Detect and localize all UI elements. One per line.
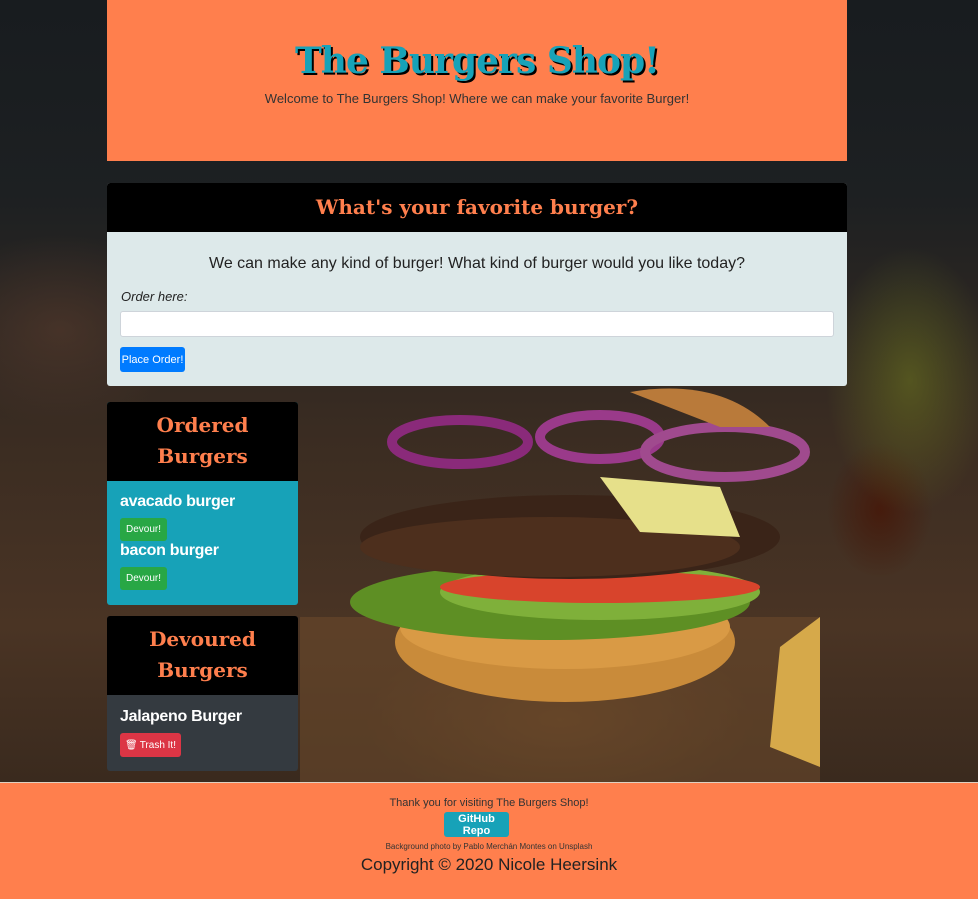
- github-repo-button[interactable]: GitHub Repo: [444, 812, 509, 837]
- devoured-heading-line2: Burgers: [157, 658, 248, 682]
- trash-button-label: Trash It!: [139, 739, 176, 751]
- order-card: What's your favorite burger? We can make…: [107, 183, 847, 386]
- copyright: Copyright © 2020 Nicole Heersink: [360, 855, 618, 874]
- devour-button[interactable]: Devour!: [120, 518, 167, 541]
- burger-photo: [300, 388, 820, 782]
- devour-button[interactable]: Devour!: [120, 567, 167, 590]
- ordered-burgers-panel: Ordered Burgers avacado burger Devour! b…: [107, 402, 298, 605]
- ordered-heading-line1: Ordered: [156, 413, 249, 437]
- devoured-heading-line1: Devoured: [149, 627, 256, 651]
- place-order-button[interactable]: Place Order!: [120, 347, 185, 372]
- site-footer: Thank you for visiting The Burgers Shop!…: [0, 782, 978, 899]
- site-title: The Burgers Shop!: [295, 40, 660, 82]
- devoured-burgers-heading: Devoured Burgers: [107, 616, 298, 695]
- order-card-heading: What's your favorite burger?: [107, 183, 847, 232]
- photo-credit: Background photo by Pablo Merchán Montes…: [385, 842, 593, 851]
- order-label: Order here:: [121, 289, 188, 304]
- order-prompt: We can make any kind of burger! What kin…: [209, 255, 745, 272]
- trash-icon: 🗑: [124, 739, 138, 751]
- site-header: The Burgers Shop! Welcome to The Burgers…: [107, 0, 847, 161]
- trash-button[interactable]: 🗑 Trash It!: [120, 733, 181, 757]
- footer-thanks: Thank you for visiting The Burgers Shop!: [389, 797, 589, 809]
- ordered-burger-name: bacon burger: [120, 542, 219, 559]
- devoured-burger-name: Jalapeno Burger: [120, 708, 242, 725]
- burger-order-input[interactable]: [120, 311, 834, 337]
- site-subtitle: Welcome to The Burgers Shop! Where we ca…: [264, 91, 690, 106]
- ordered-burger-name: avacado burger: [120, 493, 235, 510]
- ordered-heading-line2: Burgers: [157, 444, 248, 468]
- ordered-burgers-heading: Ordered Burgers: [107, 402, 298, 481]
- devoured-burgers-panel: Devoured Burgers Jalapeno Burger 🗑 Trash …: [107, 616, 298, 771]
